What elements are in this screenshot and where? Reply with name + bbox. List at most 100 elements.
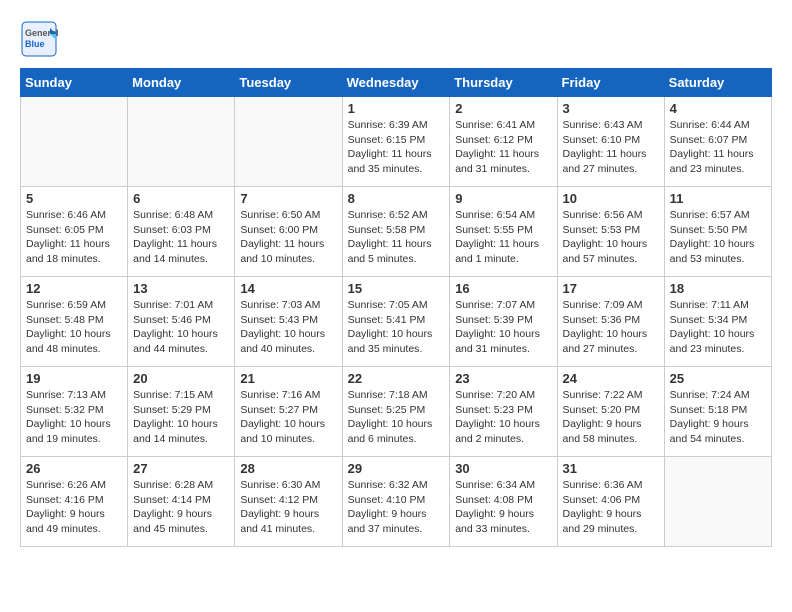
day-number: 6 — [133, 191, 229, 206]
table-cell: 7 Sunrise: 6:50 AM Sunset: 6:00 PM Daylig… — [235, 187, 342, 277]
day-number: 27 — [133, 461, 229, 476]
day-info: Sunrise: 6:46 AM Sunset: 6:05 PM Dayligh… — [26, 208, 122, 267]
week-row-4: 19 Sunrise: 7:13 AM Sunset: 5:32 PM Dayli… — [21, 367, 772, 457]
table-cell: 23 Sunrise: 7:20 AM Sunset: 5:23 PM Dayli… — [450, 367, 557, 457]
table-cell: 13 Sunrise: 7:01 AM Sunset: 5:46 PM Dayli… — [128, 277, 235, 367]
day-number: 19 — [26, 371, 122, 386]
table-cell: 26 Sunrise: 6:26 AM Sunset: 4:16 PM Dayli… — [21, 457, 128, 547]
table-cell — [21, 97, 128, 187]
logo-icon: General Blue — [20, 20, 58, 58]
week-row-2: 5Sunrise: 6:46 AM Sunset: 6:05 PM Daylig… — [21, 187, 772, 277]
day-number: 14 — [240, 281, 336, 296]
week-row-1: 1Sunrise: 6:39 AM Sunset: 6:15 PM Daylig… — [21, 97, 772, 187]
day-info: Sunrise: 6:48 AM Sunset: 6:03 PM Dayligh… — [133, 208, 229, 267]
day-info: Sunrise: 6:44 AM Sunset: 6:07 PM Dayligh… — [670, 118, 766, 177]
logo: General Blue — [20, 20, 58, 58]
day-number: 8 — [348, 191, 445, 206]
table-cell: 9 Sunrise: 6:54 AM Sunset: 5:55 PM Daylig… — [450, 187, 557, 277]
day-number: 30 — [455, 461, 551, 476]
table-cell: 4 Sunrise: 6:44 AM Sunset: 6:07 PM Daylig… — [664, 97, 771, 187]
day-info: Sunrise: 6:26 AM Sunset: 4:16 PM Dayligh… — [26, 478, 122, 537]
table-cell — [664, 457, 771, 547]
header-friday: Friday — [557, 69, 664, 97]
day-number: 20 — [133, 371, 229, 386]
day-info: Sunrise: 6:41 AM Sunset: 6:12 PM Dayligh… — [455, 118, 551, 177]
day-info: Sunrise: 7:15 AM Sunset: 5:29 PM Dayligh… — [133, 388, 229, 447]
day-info: Sunrise: 6:56 AM Sunset: 5:53 PM Dayligh… — [563, 208, 659, 267]
day-info: Sunrise: 6:52 AM Sunset: 5:58 PM Dayligh… — [348, 208, 445, 267]
day-number: 15 — [348, 281, 445, 296]
table-cell: 22Sunrise: 7:18 AM Sunset: 5:25 PM Dayli… — [342, 367, 450, 457]
day-info: Sunrise: 7:22 AM Sunset: 5:20 PM Dayligh… — [563, 388, 659, 447]
day-info: Sunrise: 7:24 AM Sunset: 5:18 PM Dayligh… — [670, 388, 766, 447]
table-cell: 19 Sunrise: 7:13 AM Sunset: 5:32 PM Dayli… — [21, 367, 128, 457]
header-thursday: Thursday — [450, 69, 557, 97]
day-info: Sunrise: 7:11 AM Sunset: 5:34 PM Dayligh… — [670, 298, 766, 357]
table-cell: 24 Sunrise: 7:22 AM Sunset: 5:20 PM Dayli… — [557, 367, 664, 457]
table-cell: 21 Sunrise: 7:16 AM Sunset: 5:27 PM Dayli… — [235, 367, 342, 457]
day-info: Sunrise: 7:07 AM Sunset: 5:39 PM Dayligh… — [455, 298, 551, 357]
day-info: Sunrise: 7:01 AM Sunset: 5:46 PM Dayligh… — [133, 298, 229, 357]
day-info: Sunrise: 6:34 AM Sunset: 4:08 PM Dayligh… — [455, 478, 551, 537]
day-info: Sunrise: 6:32 AM Sunset: 4:10 PM Dayligh… — [348, 478, 445, 537]
day-number: 23 — [455, 371, 551, 386]
day-number: 2 — [455, 101, 551, 116]
day-info: Sunrise: 6:57 AM Sunset: 5:50 PM Dayligh… — [670, 208, 766, 267]
day-info: Sunrise: 6:43 AM Sunset: 6:10 PM Dayligh… — [563, 118, 659, 177]
table-cell: 10 Sunrise: 6:56 AM Sunset: 5:53 PM Dayli… — [557, 187, 664, 277]
day-info: Sunrise: 6:36 AM Sunset: 4:06 PM Dayligh… — [563, 478, 659, 537]
day-number: 24 — [563, 371, 659, 386]
day-number: 29 — [348, 461, 445, 476]
day-info: Sunrise: 7:16 AM Sunset: 5:27 PM Dayligh… — [240, 388, 336, 447]
day-number: 9 — [455, 191, 551, 206]
day-number: 7 — [240, 191, 336, 206]
day-number: 13 — [133, 281, 229, 296]
header-monday: Monday — [128, 69, 235, 97]
table-cell: 27 Sunrise: 6:28 AM Sunset: 4:14 PM Dayli… — [128, 457, 235, 547]
day-number: 25 — [670, 371, 766, 386]
day-number: 22 — [348, 371, 445, 386]
table-cell: 17 Sunrise: 7:09 AM Sunset: 5:36 PM Dayli… — [557, 277, 664, 367]
day-number: 31 — [563, 461, 659, 476]
day-info: Sunrise: 7:13 AM Sunset: 5:32 PM Dayligh… — [26, 388, 122, 447]
table-cell: 14 Sunrise: 7:03 AM Sunset: 5:43 PM Dayli… — [235, 277, 342, 367]
table-cell: 31 Sunrise: 6:36 AM Sunset: 4:06 PM Dayli… — [557, 457, 664, 547]
day-number: 1 — [348, 101, 445, 116]
table-cell: 2 Sunrise: 6:41 AM Sunset: 6:12 PM Daylig… — [450, 97, 557, 187]
day-number: 28 — [240, 461, 336, 476]
day-info: Sunrise: 6:30 AM Sunset: 4:12 PM Dayligh… — [240, 478, 336, 537]
day-info: Sunrise: 6:28 AM Sunset: 4:14 PM Dayligh… — [133, 478, 229, 537]
day-number: 12 — [26, 281, 122, 296]
table-cell — [235, 97, 342, 187]
page-header: General Blue — [20, 20, 772, 58]
day-number: 17 — [563, 281, 659, 296]
table-cell: 11 Sunrise: 6:57 AM Sunset: 5:50 PM Dayli… — [664, 187, 771, 277]
header-sunday: Sunday — [21, 69, 128, 97]
day-info: Sunrise: 7:09 AM Sunset: 5:36 PM Dayligh… — [563, 298, 659, 357]
day-info: Sunrise: 7:05 AM Sunset: 5:41 PM Dayligh… — [348, 298, 445, 357]
table-cell: 28 Sunrise: 6:30 AM Sunset: 4:12 PM Dayli… — [235, 457, 342, 547]
table-cell: 29 Sunrise: 6:32 AM Sunset: 4:10 PM Dayli… — [342, 457, 450, 547]
calendar-table: Sunday Monday Tuesday Wednesday Thursday… — [20, 68, 772, 547]
day-number: 4 — [670, 101, 766, 116]
week-row-5: 26 Sunrise: 6:26 AM Sunset: 4:16 PM Dayli… — [21, 457, 772, 547]
day-number: 10 — [563, 191, 659, 206]
day-number: 21 — [240, 371, 336, 386]
svg-text:Blue: Blue — [25, 39, 45, 49]
table-cell: 30 Sunrise: 6:34 AM Sunset: 4:08 PM Dayli… — [450, 457, 557, 547]
day-info: Sunrise: 7:03 AM Sunset: 5:43 PM Dayligh… — [240, 298, 336, 357]
day-info: Sunrise: 7:20 AM Sunset: 5:23 PM Dayligh… — [455, 388, 551, 447]
table-cell: 15 Sunrise: 7:05 AM Sunset: 5:41 PM Dayli… — [342, 277, 450, 367]
table-cell: 12Sunrise: 6:59 AM Sunset: 5:48 PM Dayli… — [21, 277, 128, 367]
day-info: Sunrise: 6:54 AM Sunset: 5:55 PM Dayligh… — [455, 208, 551, 267]
table-cell: 1Sunrise: 6:39 AM Sunset: 6:15 PM Daylig… — [342, 97, 450, 187]
week-row-3: 12Sunrise: 6:59 AM Sunset: 5:48 PM Dayli… — [21, 277, 772, 367]
header-saturday: Saturday — [664, 69, 771, 97]
table-cell: 25 Sunrise: 7:24 AM Sunset: 5:18 PM Dayli… — [664, 367, 771, 457]
day-number: 11 — [670, 191, 766, 206]
table-cell: 5Sunrise: 6:46 AM Sunset: 6:05 PM Daylig… — [21, 187, 128, 277]
header-tuesday: Tuesday — [235, 69, 342, 97]
day-number: 26 — [26, 461, 122, 476]
day-number: 16 — [455, 281, 551, 296]
day-info: Sunrise: 6:50 AM Sunset: 6:00 PM Dayligh… — [240, 208, 336, 267]
